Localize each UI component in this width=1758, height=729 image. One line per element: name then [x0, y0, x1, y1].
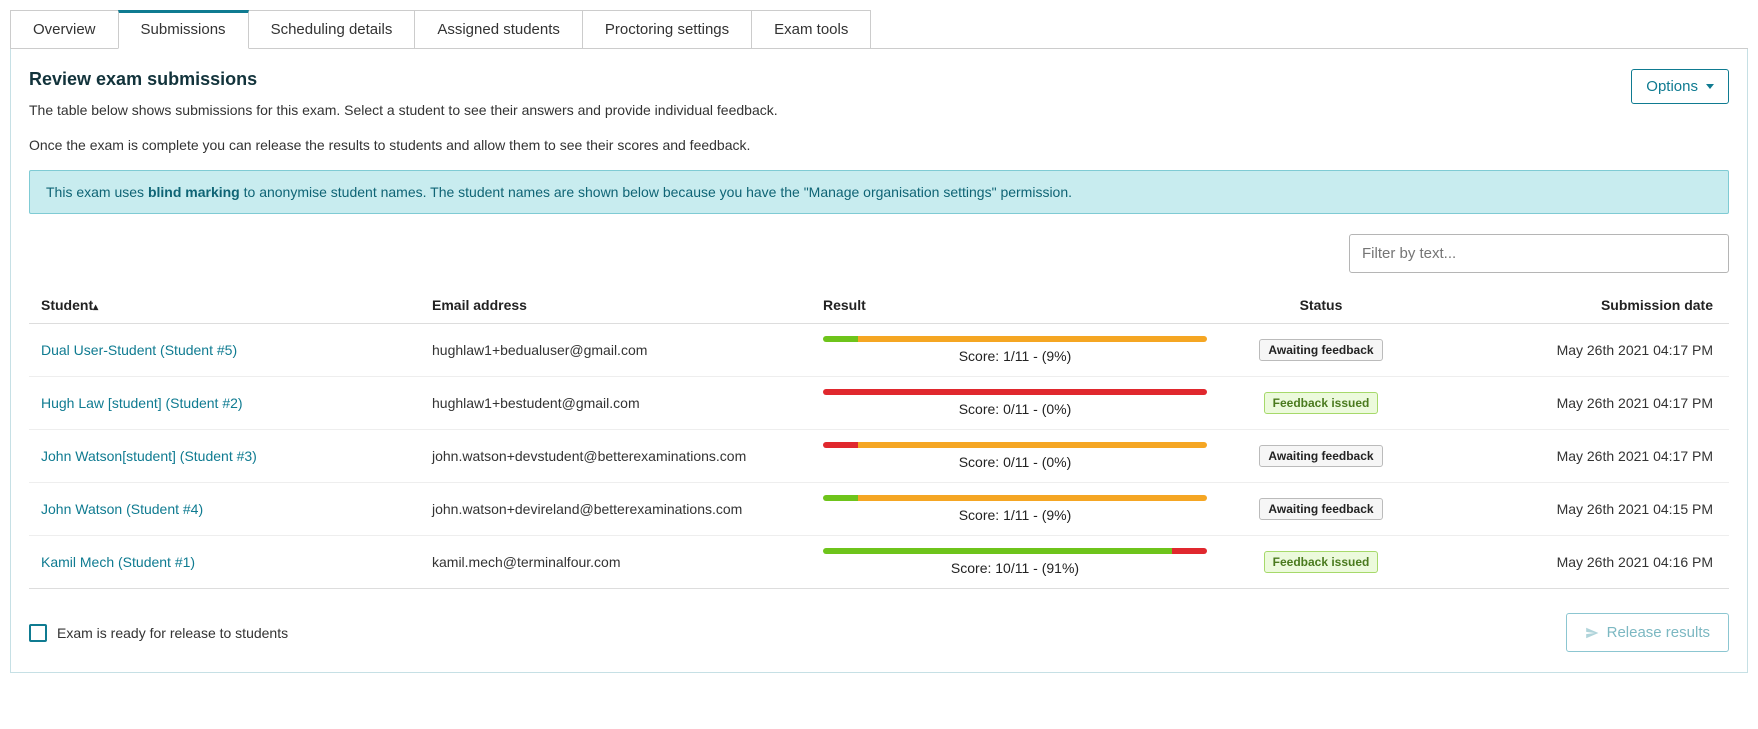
result-cell: Score: 0/11 - (0%): [811, 430, 1219, 483]
col-student[interactable]: Student▴: [29, 287, 420, 324]
page-desc-2: Once the exam is complete you can releas…: [29, 135, 778, 156]
tab-scheduling-details[interactable]: Scheduling details: [248, 10, 416, 48]
email-cell: hughlaw1+bedualuser@gmail.com: [420, 324, 811, 377]
sort-asc-icon: ▴: [93, 302, 98, 313]
release-ready-label: Exam is ready for release to students: [57, 625, 288, 641]
col-email[interactable]: Email address: [420, 287, 811, 324]
result-bar: [823, 336, 1207, 342]
table-row: Kamil Mech (Student #1) kamil.mech@termin…: [29, 536, 1729, 589]
page-desc-1: The table below shows submissions for th…: [29, 100, 778, 121]
result-segment-orange: [858, 336, 1207, 342]
result-segment-green: [823, 336, 858, 342]
result-segment-red: [823, 442, 858, 448]
tab-proctoring-settings[interactable]: Proctoring settings: [582, 10, 752, 48]
table-row: John Watson[student] (Student #3) john.wa…: [29, 430, 1729, 483]
status-badge: Feedback issued: [1264, 392, 1379, 414]
submissions-panel: Review exam submissions The table below …: [10, 49, 1748, 673]
email-cell: hughlaw1+bestudent@gmail.com: [420, 377, 811, 430]
col-date[interactable]: Submission date: [1423, 287, 1729, 324]
table-row: John Watson (Student #4) john.watson+devi…: [29, 483, 1729, 536]
student-link[interactable]: Dual User-Student (Student #5): [41, 342, 237, 358]
score-text: Score: 1/11 - (9%): [823, 507, 1207, 523]
options-button[interactable]: Options: [1631, 69, 1729, 104]
result-segment-green: [823, 548, 1172, 554]
result-bar: [823, 548, 1207, 554]
score-text: Score: 0/11 - (0%): [823, 454, 1207, 470]
result-cell: Score: 1/11 - (9%): [811, 324, 1219, 377]
result-cell: Score: 10/11 - (91%): [811, 536, 1219, 589]
blind-marking-banner: This exam uses blind marking to anonymis…: [29, 170, 1729, 214]
student-link[interactable]: Kamil Mech (Student #1): [41, 554, 195, 570]
result-bar: [823, 389, 1207, 395]
submission-date: May 26th 2021 04:17 PM: [1423, 377, 1729, 430]
release-ready-checkbox[interactable]: Exam is ready for release to students: [29, 624, 288, 642]
student-link[interactable]: Hugh Law [student] (Student #2): [41, 395, 243, 411]
email-cell: kamil.mech@terminalfour.com: [420, 536, 811, 589]
status-badge: Awaiting feedback: [1259, 445, 1382, 467]
result-segment-orange: [858, 495, 1207, 501]
result-segment-red: [1172, 548, 1207, 554]
release-results-button[interactable]: Release results: [1566, 613, 1729, 652]
chevron-down-icon: [1706, 84, 1714, 89]
score-text: Score: 10/11 - (91%): [823, 560, 1207, 576]
student-link[interactable]: John Watson[student] (Student #3): [41, 448, 257, 464]
page-title: Review exam submissions: [29, 69, 778, 90]
email-cell: john.watson+devstudent@betterexamination…: [420, 430, 811, 483]
result-bar: [823, 495, 1207, 501]
col-result[interactable]: Result: [811, 287, 1219, 324]
filter-input[interactable]: [1349, 234, 1729, 273]
options-label: Options: [1646, 78, 1698, 95]
tab-exam-tools[interactable]: Exam tools: [751, 10, 871, 48]
submission-date: May 26th 2021 04:17 PM: [1423, 430, 1729, 483]
tab-assigned-students[interactable]: Assigned students: [414, 10, 583, 48]
result-segment-orange: [858, 442, 1207, 448]
status-badge: Awaiting feedback: [1259, 339, 1382, 361]
table-row: Dual User-Student (Student #5) hughlaw1+b…: [29, 324, 1729, 377]
status-badge: Awaiting feedback: [1259, 498, 1382, 520]
table-row: Hugh Law [student] (Student #2) hughlaw1+…: [29, 377, 1729, 430]
result-cell: Score: 1/11 - (9%): [811, 483, 1219, 536]
status-badge: Feedback issued: [1264, 551, 1379, 573]
tab-overview[interactable]: Overview: [10, 10, 119, 48]
checkbox-icon: [29, 624, 47, 642]
submission-date: May 26th 2021 04:16 PM: [1423, 536, 1729, 589]
submission-date: May 26th 2021 04:15 PM: [1423, 483, 1729, 536]
banner-suffix: to anonymise student names. The student …: [240, 184, 1072, 200]
tabs: Overview Submissions Scheduling details …: [10, 10, 1748, 49]
result-cell: Score: 0/11 - (0%): [811, 377, 1219, 430]
submission-date: May 26th 2021 04:17 PM: [1423, 324, 1729, 377]
student-link[interactable]: John Watson (Student #4): [41, 501, 203, 517]
col-status[interactable]: Status: [1219, 287, 1423, 324]
score-text: Score: 0/11 - (0%): [823, 401, 1207, 417]
email-cell: john.watson+devireland@betterexamination…: [420, 483, 811, 536]
send-icon: [1585, 626, 1599, 640]
tab-submissions[interactable]: Submissions: [118, 10, 249, 49]
result-segment-red: [823, 389, 1207, 395]
banner-bold: blind marking: [148, 184, 240, 200]
submissions-table: Student▴ Email address Result Status Sub…: [29, 287, 1729, 589]
banner-prefix: This exam uses: [46, 184, 148, 200]
score-text: Score: 1/11 - (9%): [823, 348, 1207, 364]
result-segment-green: [823, 495, 858, 501]
release-results-label: Release results: [1607, 624, 1710, 641]
result-bar: [823, 442, 1207, 448]
